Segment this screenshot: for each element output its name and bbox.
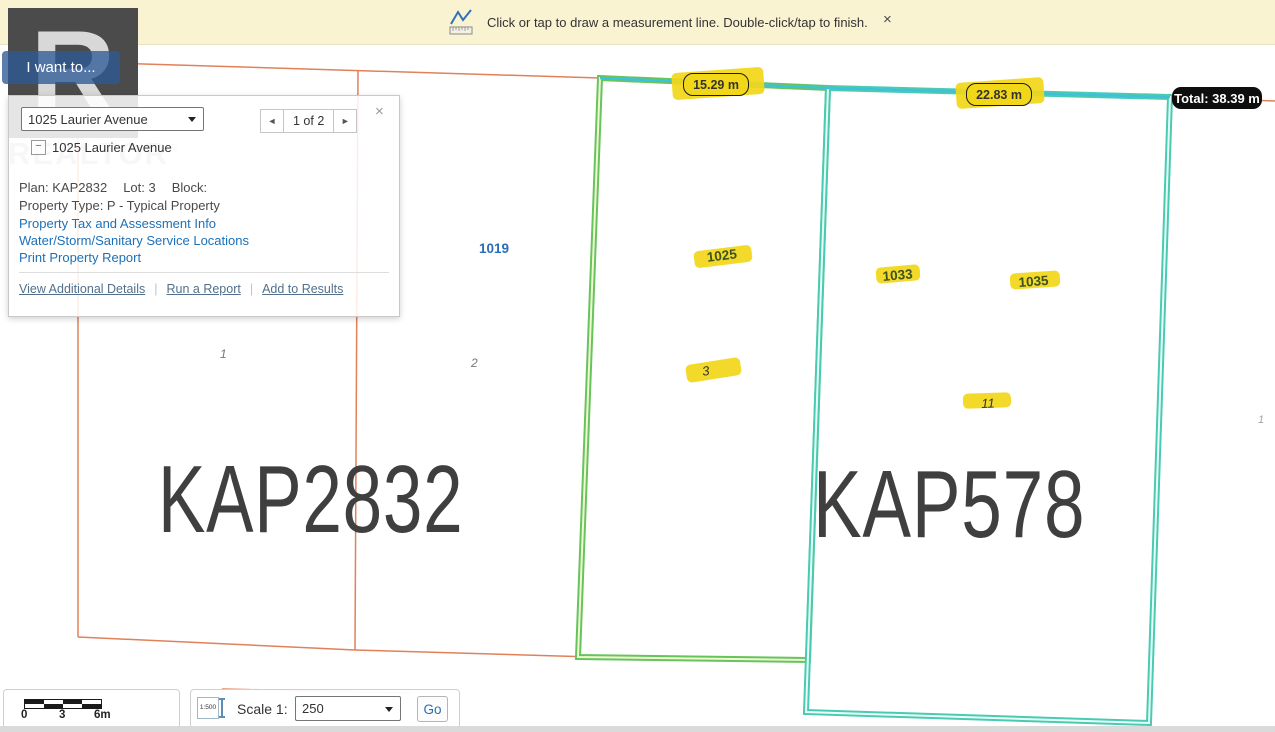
footer-separator: |: [250, 282, 253, 296]
banner-message: Click or tap to draw a measurement line.…: [487, 15, 868, 30]
plan-value: Plan: KAP2832: [19, 180, 107, 195]
lot-label-2: 2: [471, 356, 478, 370]
link-property-tax[interactable]: Property Tax and Assessment Info: [19, 216, 216, 231]
text-cursor-icon: [221, 698, 223, 718]
popup-footer-links: View Additional Details | Run a Report |…: [19, 279, 343, 299]
scale-controls-panel: 1:500 Scale 1: 250 Go: [190, 689, 460, 729]
address-label-1035: 1035: [1018, 273, 1049, 290]
address-label-1019: 1019: [479, 241, 509, 256]
block-value: Block:: [172, 180, 207, 195]
plan-label-kap578: KAP578: [813, 457, 1085, 553]
plan-label-kap2832: KAP2832: [158, 452, 463, 548]
lot-label-1: 1: [220, 347, 227, 361]
scale-label: Scale 1:: [237, 690, 288, 728]
scale-bar-segment: [82, 704, 101, 708]
measure-tool-icon: [448, 7, 474, 37]
scalebar-tick-0: 0: [21, 709, 27, 721]
measurement-banner: Click or tap to draw a measurement line.…: [0, 0, 1275, 45]
scale-select[interactable]: 250: [295, 696, 401, 721]
lot-label-1-right: 1: [1258, 414, 1264, 426]
popup-title: 1025 Laurier Avenue: [52, 140, 172, 155]
right-arrow-icon: ►: [341, 116, 350, 126]
scale-bar-segment: [44, 704, 63, 708]
address-select[interactable]: 1025 Laurier Avenue: [21, 107, 204, 131]
scale-bar-segment: [25, 704, 44, 708]
address-label-1033: 1033: [882, 266, 913, 284]
go-button[interactable]: Go: [417, 696, 448, 722]
scalebar-panel: 0 3 6m: [3, 689, 180, 729]
bottom-strip: [0, 726, 1275, 732]
link-run-a-report[interactable]: Run a Report: [166, 282, 240, 296]
scale-bar: [24, 699, 102, 709]
mini-scale-box: 1:500: [197, 697, 219, 719]
link-add-to-results[interactable]: Add to Results: [262, 282, 343, 296]
scalebar-tick-mid: 3: [59, 709, 65, 721]
pager-prev-button[interactable]: ◄: [261, 110, 283, 132]
pager-next-button[interactable]: ►: [334, 110, 356, 132]
gis-map-application: KAP2832 KAP578 1019 1025 1033 1035 1 2 3…: [0, 0, 1275, 732]
popup-close-icon[interactable]: ×: [375, 103, 384, 120]
pager-label: 1 of 2: [283, 110, 334, 132]
lot-label-11: 11: [981, 396, 995, 411]
scale-input-icon[interactable]: 1:500: [197, 697, 223, 719]
banner-close-icon[interactable]: ×: [883, 11, 892, 28]
link-print-report[interactable]: Print Property Report: [19, 250, 141, 265]
measurement-total-badge: Total: 38.39 m: [1172, 87, 1262, 109]
property-type-row: Property Type: P - Typical Property: [19, 198, 220, 213]
footer-separator: |: [154, 282, 157, 296]
i-want-to-button[interactable]: I want to...: [2, 51, 120, 84]
left-arrow-icon: ◄: [268, 116, 277, 126]
collapse-icon[interactable]: −: [31, 140, 46, 155]
measurement-badge: 22.83 m: [966, 83, 1032, 106]
result-pager: ◄ 1 of 2 ►: [260, 109, 357, 133]
scalebar-tick-max: 6m: [94, 709, 111, 721]
lot-value: Lot: 3: [123, 180, 156, 195]
plan-lot-block-row: Plan: KAP2832 Lot: 3 Block:: [19, 180, 207, 195]
scale-bar-segment: [63, 704, 82, 708]
link-water-service[interactable]: Water/Storm/Sanitary Service Locations: [19, 233, 249, 248]
property-info-popup: 1025 Laurier Avenue ◄ 1 of 2 ► × − 1025 …: [8, 95, 400, 317]
measurement-badge: 15.29 m: [683, 73, 749, 96]
link-view-additional-details[interactable]: View Additional Details: [19, 282, 145, 296]
popup-divider: [19, 272, 389, 273]
